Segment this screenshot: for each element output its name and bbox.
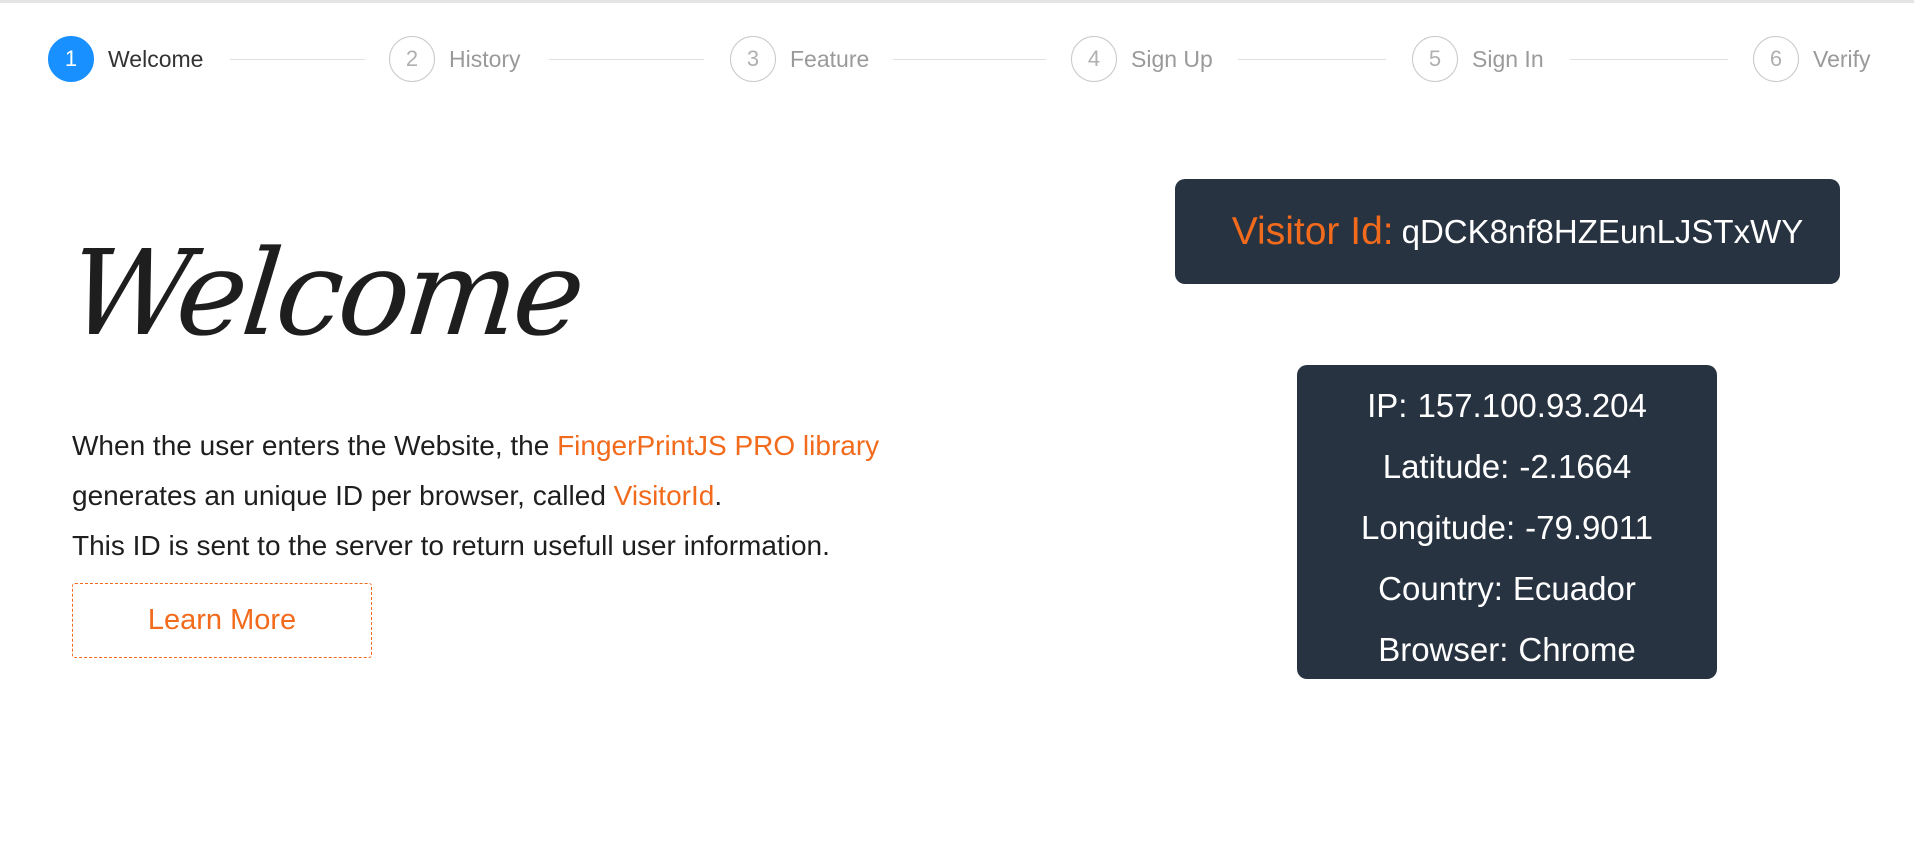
step-number: 3: [730, 36, 776, 82]
info-row-browser: Browser: Chrome: [1297, 619, 1717, 680]
step-connector: [549, 59, 704, 60]
step-number: 1: [48, 36, 94, 82]
info-row-latitude: Latitude: -2.1664: [1297, 436, 1717, 497]
step-feature[interactable]: 3 Feature: [730, 35, 869, 83]
step-sign-in[interactable]: 5 Sign In: [1412, 35, 1544, 83]
step-label: Welcome: [108, 45, 204, 72]
visitorid-link[interactable]: VisitorId: [614, 480, 715, 511]
longitude-value: -79.9011: [1525, 509, 1653, 546]
step-label: Sign Up: [1131, 45, 1213, 72]
intro-text-part: generates an unique ID per browser, call…: [72, 480, 614, 511]
fingerprintjs-library-link[interactable]: FingerPrintJS PRO library: [557, 430, 879, 461]
visitor-id-panel: Visitor Id: qDCK8nf8HZEunLJSTxWY: [1175, 179, 1840, 284]
step-label: History: [449, 45, 521, 72]
country-value: Ecuador: [1512, 570, 1636, 607]
visitor-id-label: Visitor Id:: [1231, 209, 1394, 253]
browser-label: Browser:: [1378, 631, 1509, 668]
info-row-country: Country: Ecuador: [1297, 558, 1717, 619]
country-label: Country:: [1378, 570, 1503, 607]
step-number: 5: [1412, 36, 1458, 82]
intro-line-2: generates an unique ID per browser, call…: [72, 471, 972, 521]
info-row-ip: IP: 157.100.93.204: [1297, 375, 1717, 436]
intro-line-3: This ID is sent to the server to return …: [72, 530, 830, 561]
intro-line-1: When the user enters the Website, the Fi…: [72, 421, 972, 471]
ip-value: 157.100.93.204: [1417, 387, 1647, 424]
step-number: 6: [1753, 36, 1799, 82]
step-number: 2: [389, 36, 435, 82]
info-row-longitude: Longitude: -79.9011: [1297, 497, 1717, 558]
intro-text-part: .: [714, 480, 723, 511]
ip-label: IP:: [1367, 387, 1408, 424]
learn-more-button[interactable]: Learn More: [72, 583, 372, 658]
step-connector: [893, 59, 1046, 60]
latitude-label: Latitude:: [1382, 448, 1510, 485]
step-welcome[interactable]: 1 Welcome: [48, 35, 203, 83]
latitude-value: -2.1664: [1519, 448, 1632, 485]
browser-value: Chrome: [1518, 631, 1636, 668]
step-connector: [1238, 59, 1386, 60]
intro-text: When the user enters the Website, the Fi…: [72, 421, 972, 571]
longitude-label: Longitude:: [1361, 509, 1516, 546]
page: 1 Welcome 2 History 3 Feature 4 Sign Up …: [0, 0, 1914, 864]
user-info-panel: IP: 157.100.93.204 Latitude: -2.1664 Lon…: [1297, 365, 1717, 679]
step-label: Sign In: [1472, 45, 1544, 72]
step-label: Verify: [1813, 45, 1871, 72]
step-verify[interactable]: 6 Verify: [1753, 35, 1871, 83]
step-connector: [230, 59, 365, 60]
intro-text-part: When the user enters the Website, the: [72, 430, 558, 461]
step-history[interactable]: 2 History: [389, 35, 521, 83]
page-title: Welcome: [62, 224, 588, 362]
step-connector: [1570, 59, 1728, 60]
step-number: 4: [1071, 36, 1117, 82]
step-sign-up[interactable]: 4 Sign Up: [1071, 35, 1213, 83]
step-label: Feature: [790, 45, 870, 72]
steps-bar: 1 Welcome 2 History 3 Feature 4 Sign Up …: [48, 35, 1873, 83]
visitor-id-value: qDCK8nf8HZEunLJSTxWY: [1401, 212, 1804, 250]
